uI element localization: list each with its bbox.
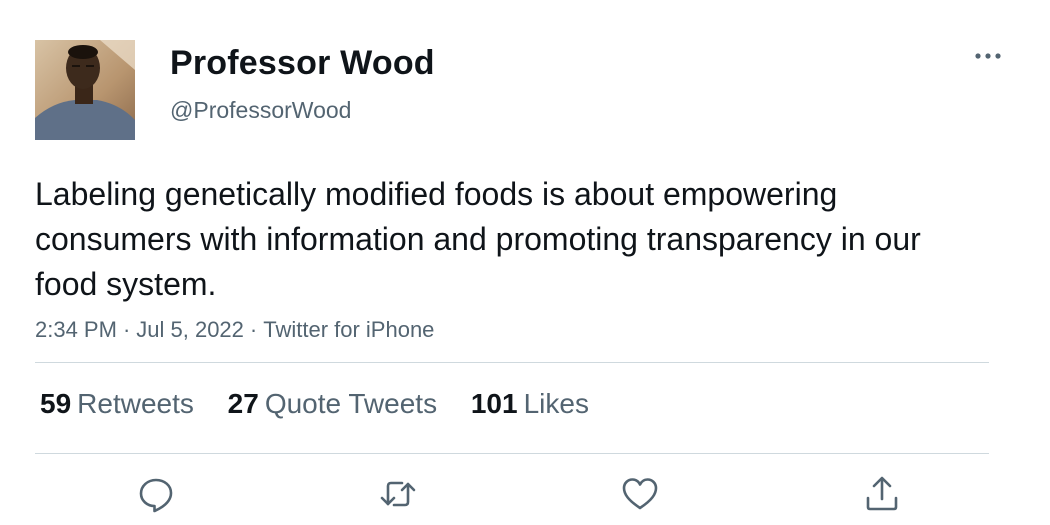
meta-separator: ·: [122, 317, 131, 342]
retweet-icon: [380, 481, 416, 507]
engagement-stats: 59 Retweets 27 Quote Tweets 101 Likes: [40, 388, 615, 420]
share-icon: [866, 476, 898, 511]
quote-tweets-stat[interactable]: 27 Quote Tweets: [228, 388, 437, 420]
reply-icon: [139, 478, 173, 513]
likes-stat[interactable]: 101 Likes: [471, 388, 589, 420]
heart-icon: [622, 478, 658, 510]
tweet-date[interactable]: Jul 5, 2022: [136, 317, 244, 342]
tweet-metadata: 2:34 PM · Jul 5, 2022 · Twitter for iPhone: [35, 317, 434, 343]
tweet-card: Professor Wood @ProfessorWood Labeling g…: [0, 0, 1050, 525]
retweets-count: 59: [40, 388, 72, 419]
divider: [35, 362, 989, 363]
retweets-stat[interactable]: 59 Retweets: [40, 388, 194, 420]
avatar-image: [35, 40, 135, 140]
display-name[interactable]: Professor Wood: [170, 44, 435, 83]
avatar[interactable]: [35, 40, 135, 140]
divider: [35, 453, 989, 454]
quote-tweets-label: Quote Tweets: [264, 388, 438, 419]
meta-separator: ·: [249, 317, 258, 342]
user-handle[interactable]: @ProfessorWood: [170, 97, 351, 124]
tweet-time[interactable]: 2:34 PM: [35, 317, 117, 342]
tweet-source[interactable]: Twitter for iPhone: [263, 317, 434, 342]
more-options-icon[interactable]: [972, 46, 1004, 66]
like-button[interactable]: [620, 474, 660, 514]
reply-button[interactable]: [136, 474, 176, 514]
tweet-text: Labeling genetically modified foods is a…: [35, 176, 921, 302]
share-button[interactable]: [862, 474, 902, 514]
likes-label: Likes: [523, 388, 589, 419]
quote-tweets-count: 27: [227, 388, 259, 419]
retweets-label: Retweets: [77, 388, 194, 419]
likes-count: 101: [470, 388, 518, 419]
retweet-button[interactable]: [378, 474, 418, 514]
